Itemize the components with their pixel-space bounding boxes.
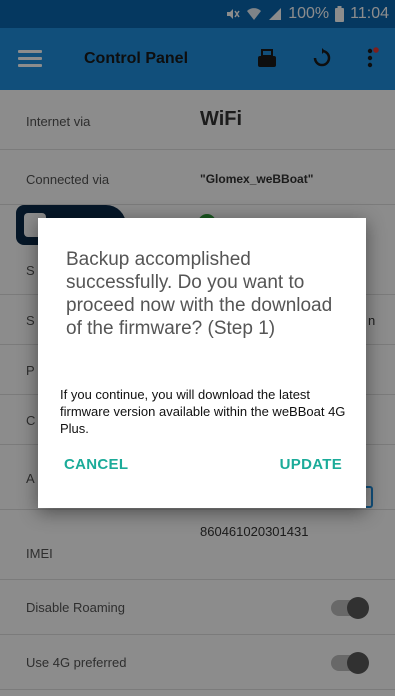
- firmware-dialog: Backup accomplished successfully. Do you…: [38, 218, 366, 508]
- dialog-title: Backup accomplished successfully. Do you…: [66, 249, 333, 339]
- dialog-message: If you continue, you will download the l…: [60, 387, 346, 436]
- update-button[interactable]: UPDATE: [280, 456, 342, 473]
- cancel-button[interactable]: CANCEL: [64, 456, 128, 473]
